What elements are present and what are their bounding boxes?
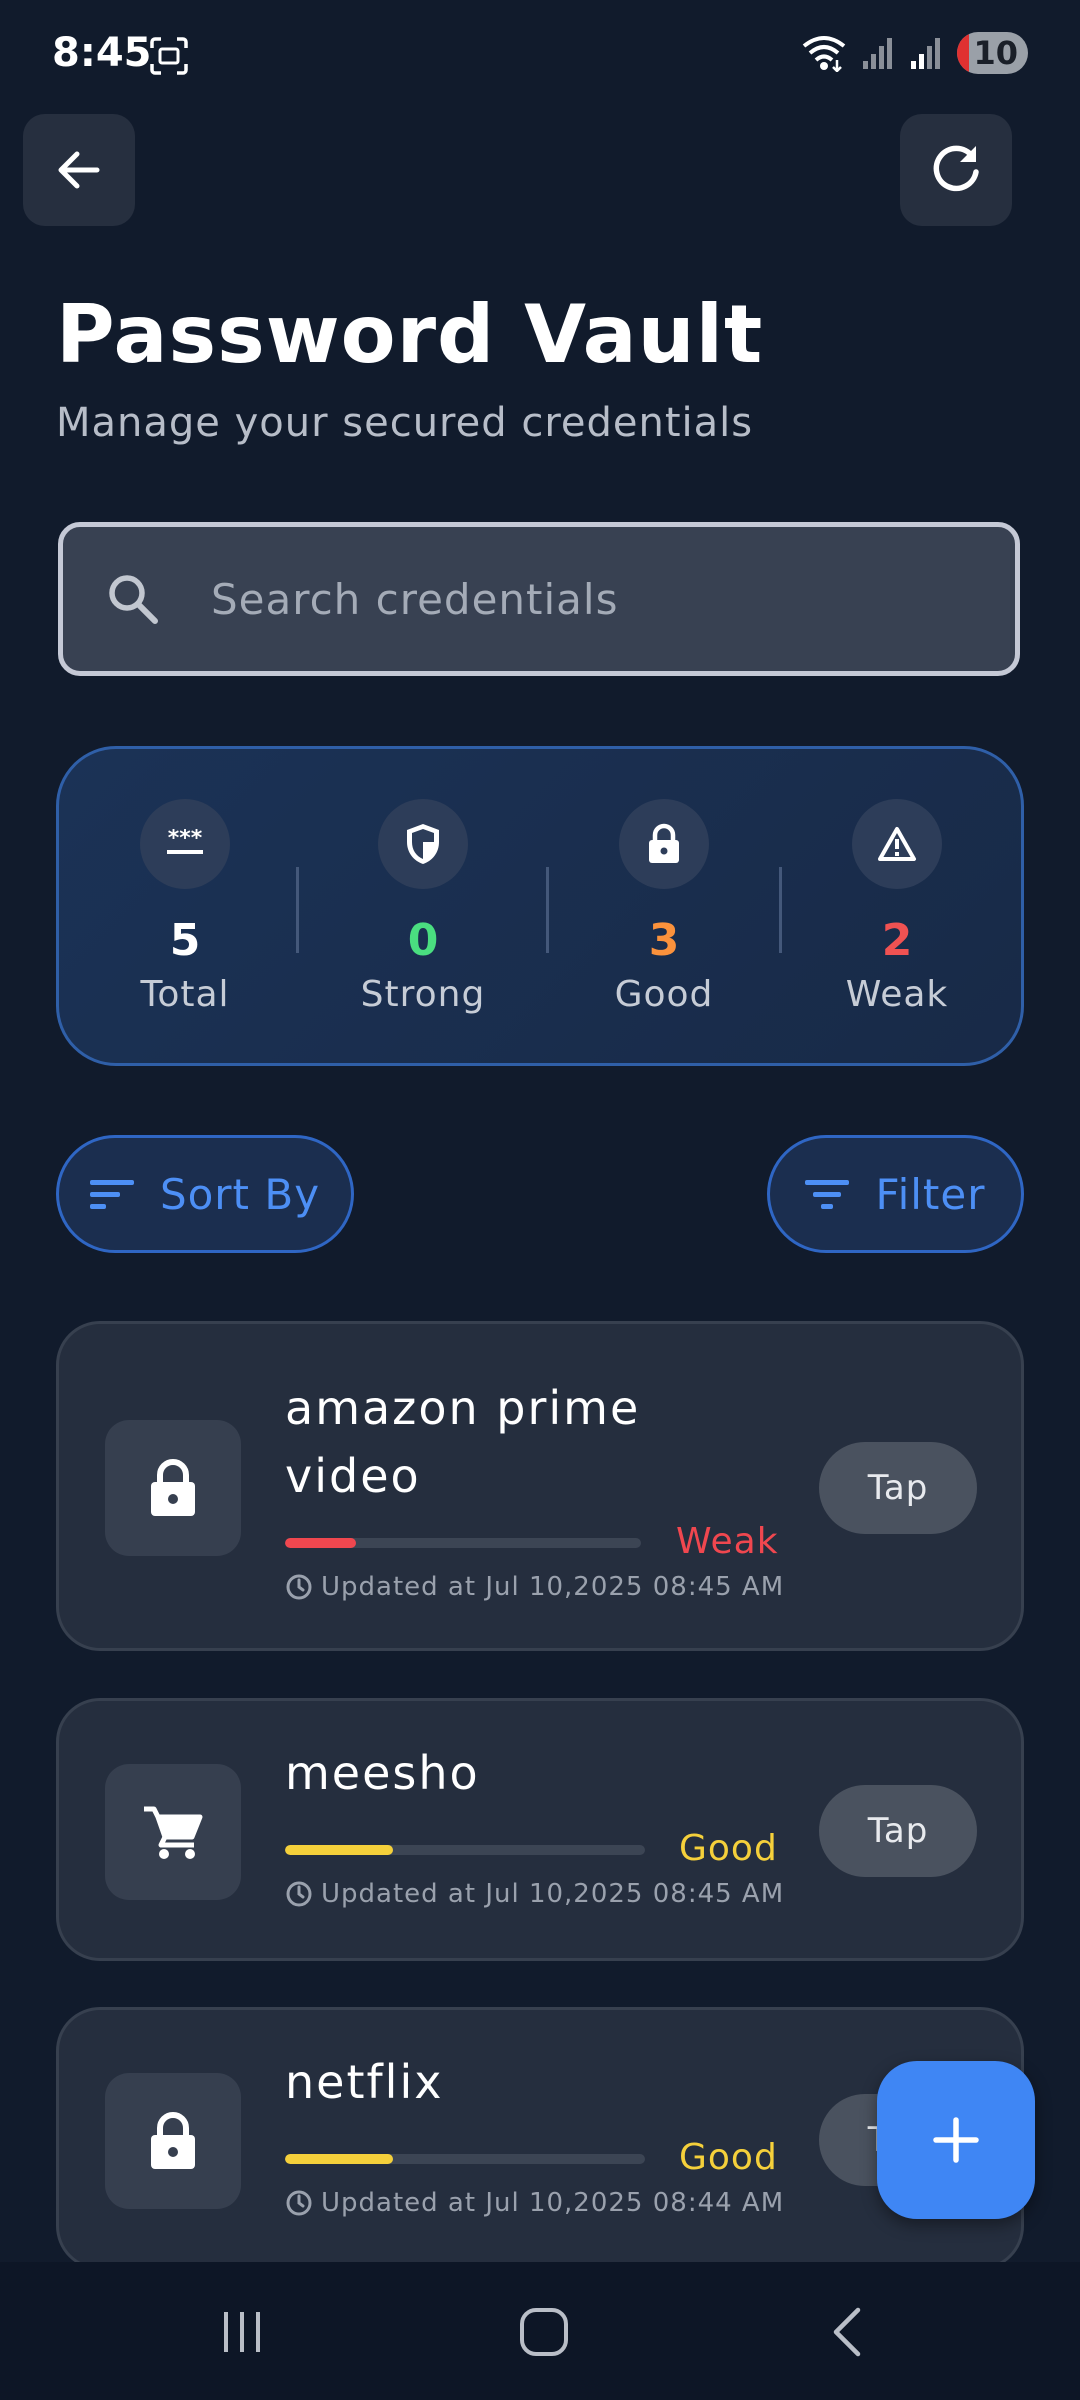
password-dots-icon: *** — [140, 799, 230, 889]
lock-icon — [105, 2073, 241, 2209]
credential-name: netflix — [285, 2055, 444, 2109]
page-subtitle: Manage your secured credentials — [56, 400, 754, 446]
plus-icon — [933, 2117, 979, 2163]
search-box[interactable] — [58, 522, 1020, 676]
navigation-bar — [0, 2262, 1080, 2400]
credential-name: meesho — [285, 1746, 480, 1800]
chevron-left-icon — [833, 2307, 861, 2357]
credential-card[interactable]: meesho Good Updated at Jul 10,2025 08:45… — [56, 1698, 1024, 1961]
divider — [296, 867, 299, 953]
updated-text: Updated at Jul 10,2025 08:45 AM — [321, 1572, 785, 1602]
filter-label: Filter — [875, 1169, 986, 1219]
stat-weak: 2 Weak — [807, 799, 987, 1015]
stat-strong-value: 0 — [407, 915, 439, 966]
cart-icon — [105, 1764, 241, 1900]
screenshot-icon — [150, 37, 188, 75]
updated-text: Updated at Jul 10,2025 08:45 AM — [321, 1879, 785, 1909]
svg-text:***: *** — [168, 829, 203, 851]
strength-fill — [285, 1845, 393, 1855]
strength-label: Good — [679, 1828, 778, 1869]
stat-weak-value: 2 — [881, 915, 913, 966]
strength-bar — [285, 2154, 645, 2164]
battery-level: 10 — [973, 34, 1018, 72]
warning-icon — [852, 799, 942, 889]
page-title: Password Vault — [56, 288, 764, 381]
sort-by-button[interactable]: Sort By — [56, 1135, 354, 1253]
back-nav-button[interactable] — [818, 2302, 878, 2362]
strength-fill — [285, 2154, 393, 2164]
stat-total-label: Total — [140, 974, 230, 1015]
strength-bar — [285, 1538, 641, 1548]
stat-good: 3 Good — [574, 799, 754, 1015]
signal-icon — [863, 38, 893, 69]
divider — [546, 867, 549, 953]
updated-time: Updated at Jul 10,2025 08:44 AM — [285, 2188, 784, 2218]
clock-icon — [286, 1574, 312, 1600]
lock-icon — [619, 799, 709, 889]
tap-button[interactable]: Tap — [819, 1785, 977, 1877]
add-credential-button[interactable] — [877, 2061, 1035, 2219]
shield-icon — [378, 799, 468, 889]
recent-apps-icon — [224, 2312, 260, 2352]
home-button[interactable] — [514, 2302, 574, 2362]
stat-good-label: Good — [614, 974, 714, 1015]
credential-card[interactable]: amazon prime video Weak Updated at Jul 1… — [56, 1321, 1024, 1651]
strength-fill — [285, 1538, 357, 1548]
arrow-left-icon — [58, 151, 100, 189]
status-bar: 8:45 10 — [0, 0, 1080, 110]
filter-icon — [805, 1180, 850, 1209]
sort-icon — [89, 1180, 134, 1209]
updated-time: Updated at Jul 10,2025 08:45 AM — [285, 1572, 784, 1602]
back-button[interactable] — [23, 114, 135, 226]
stats-card: *** 5 Total 0 Strong 3 Good 2 Weak — [56, 746, 1024, 1066]
search-icon — [109, 575, 158, 624]
status-time: 8:45 — [52, 30, 152, 76]
home-icon — [520, 2308, 568, 2356]
strength-label: Good — [679, 2137, 778, 2178]
wifi-icon — [803, 36, 846, 72]
stat-total-value: 5 — [169, 915, 201, 966]
clock-icon — [286, 1881, 312, 1907]
battery-icon: 10 — [957, 32, 1028, 74]
clock-icon — [286, 2190, 312, 2216]
divider — [779, 867, 782, 953]
stat-total: *** 5 Total — [95, 799, 275, 1015]
tap-button[interactable]: Tap — [819, 1442, 977, 1534]
updated-time: Updated at Jul 10,2025 08:45 AM — [285, 1879, 784, 1909]
stat-weak-label: Weak — [845, 974, 949, 1015]
stat-strong: 0 Strong — [333, 799, 513, 1015]
refresh-button[interactable] — [900, 114, 1012, 226]
signal-icon — [911, 38, 941, 69]
stat-good-value: 3 — [648, 915, 680, 966]
stat-strong-label: Strong — [360, 974, 486, 1015]
search-input[interactable] — [211, 574, 971, 624]
recent-apps-button[interactable] — [212, 2302, 272, 2362]
credential-name: amazon prime video — [285, 1381, 641, 1503]
updated-text: Updated at Jul 10,2025 08:44 AM — [321, 2188, 785, 2218]
refresh-icon — [933, 145, 979, 192]
strength-label: Weak — [676, 1521, 779, 1562]
filter-button[interactable]: Filter — [767, 1135, 1024, 1253]
lock-icon — [105, 1420, 241, 1556]
sort-by-label: Sort By — [159, 1169, 321, 1219]
strength-bar — [285, 1845, 645, 1855]
